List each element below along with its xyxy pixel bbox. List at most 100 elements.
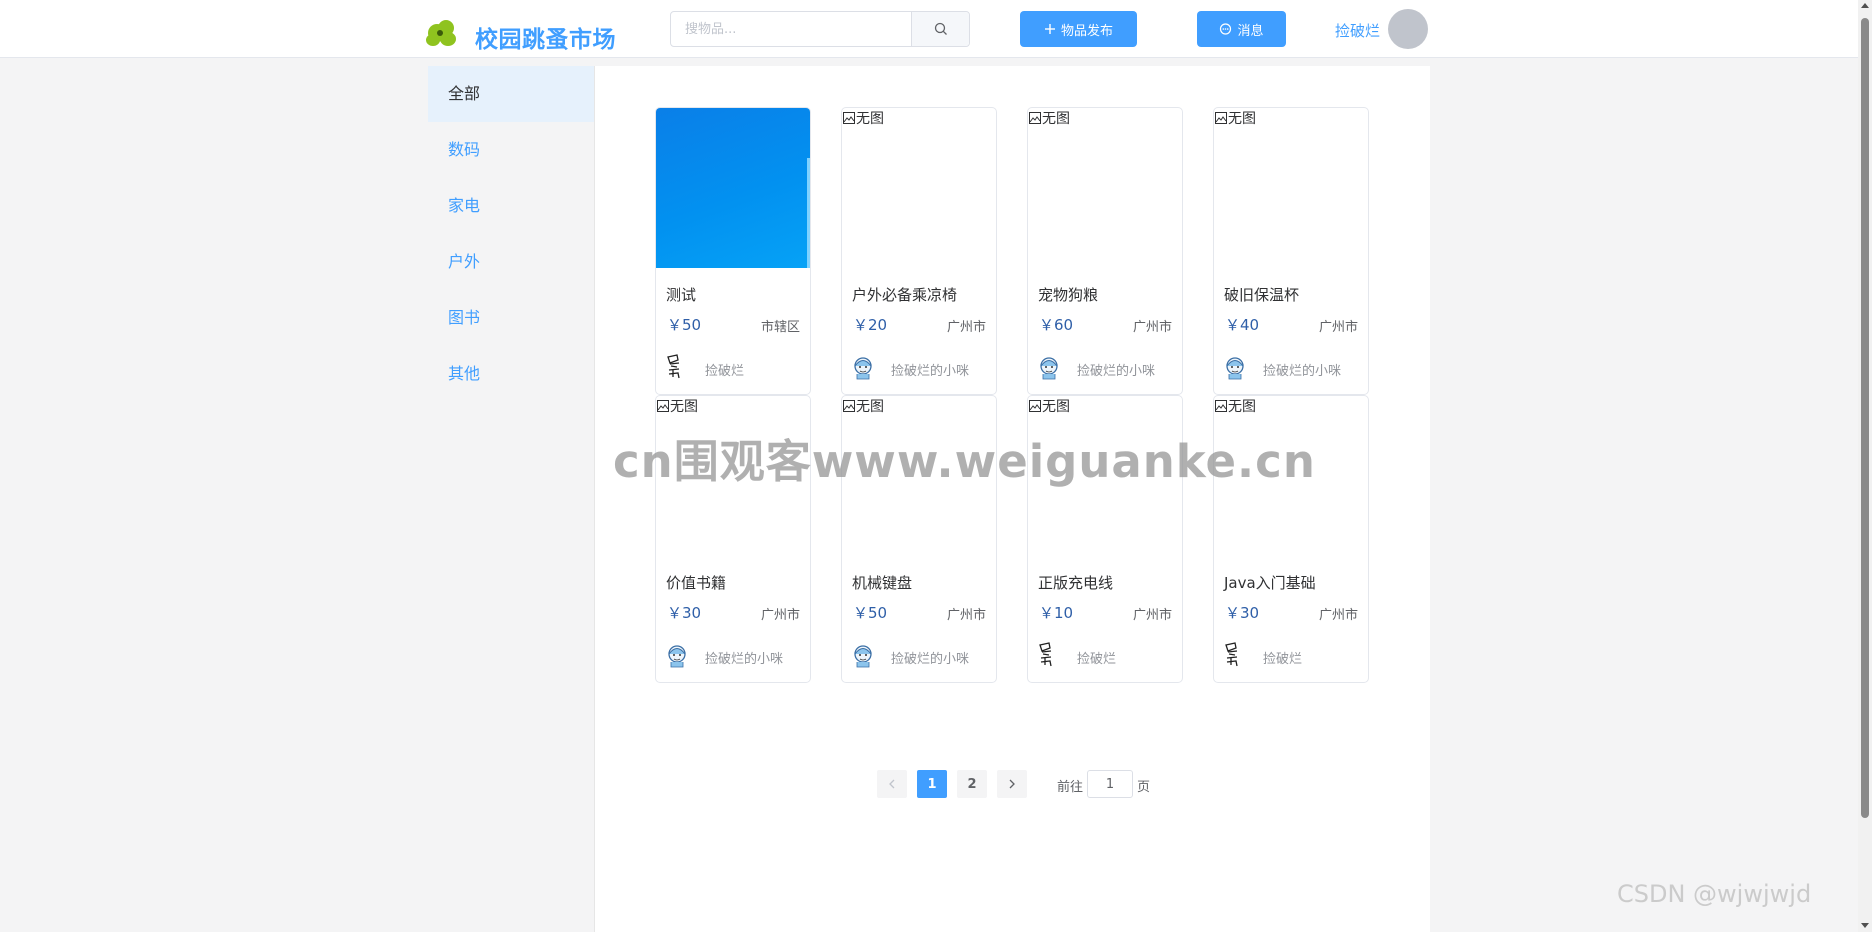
product-card[interactable]: 无图 Java入门基础 ￥30 广州市捡破烂 (1213, 395, 1369, 683)
sketch-avatar-icon (667, 354, 680, 379)
search-box (670, 11, 970, 47)
search-button[interactable] (911, 12, 969, 46)
seller-avatar (1223, 354, 1247, 380)
next-page-button[interactable] (997, 770, 1027, 798)
product-location: 广州市 (760, 608, 800, 623)
product-name[interactable]: 破旧保温杯 (1224, 284, 1299, 305)
no-image-text: 无图 (1042, 399, 1070, 415)
chevron-right-icon (1009, 779, 1015, 789)
product-location: 广州市 (946, 608, 986, 623)
message-label: 消息 (1237, 23, 1264, 39)
scroll-thumb[interactable] (1861, 18, 1869, 818)
page-2-button[interactable]: 2 (957, 770, 987, 798)
product-location: 广州市 (946, 320, 986, 335)
seller-avatar (665, 642, 689, 668)
product-image[interactable]: 无图 (842, 396, 996, 556)
sidebar-item-all[interactable]: 全部 (428, 66, 594, 122)
product-card[interactable]: 无图 正版充电线 ￥10 广州市 捡破烂 (1027, 395, 1183, 683)
product-price: ￥20 (853, 316, 888, 334)
page-1-button[interactable]: 1 (917, 770, 947, 798)
product-price: ￥60 (1039, 316, 1074, 334)
product-location: 广州市 (1318, 320, 1358, 335)
no-image-text: 无图 (856, 399, 884, 415)
product-image[interactable]: 无图 (842, 108, 996, 268)
page-suffix-label: 页 (1137, 780, 1151, 795)
csdn-watermark: CSDN @wjwjwjd (1617, 880, 1812, 908)
product-card[interactable]: 无图 机械键盘 ￥50 广州市 捡破烂的小咪 (841, 395, 997, 683)
message-button[interactable]: 消息 (1197, 11, 1286, 47)
chevron-left-icon (889, 779, 895, 789)
broken-image-icon (1029, 112, 1041, 124)
prev-page-button[interactable] (877, 770, 907, 798)
no-image-placeholder: 无图 (843, 396, 884, 416)
product-name[interactable]: Java入门基础 (1224, 572, 1316, 593)
product-price: ￥10 (1039, 604, 1074, 622)
scroll-down-arrow-icon[interactable] (1861, 923, 1869, 928)
username-link[interactable]: 捡破烂 (1335, 20, 1380, 41)
product-image[interactable]: 无图 (1214, 108, 1368, 268)
no-image-text: 无图 (670, 399, 698, 415)
product-card[interactable]: 无图 户外必备乘凉椅 ￥20 广州市 捡破烂的小咪 (841, 107, 997, 395)
sidebar-item-digital[interactable]: 数码 (428, 122, 594, 178)
publish-button[interactable]: 物品发布 (1020, 11, 1137, 47)
pagination: 1 2 前往 页 (595, 770, 1430, 798)
seller-name: 捡破烂的小咪 (705, 652, 784, 667)
sidebar-item-outdoor[interactable]: 户外 (428, 234, 594, 290)
broken-image-icon (843, 400, 855, 412)
product-card[interactable]: 无图破旧保温杯 ￥40 广州市捡破烂的小咪 (1213, 107, 1369, 395)
product-image[interactable]: 无图 (1028, 108, 1182, 268)
no-image-text: 无图 (1042, 111, 1070, 127)
no-image-placeholder: 无图 (657, 396, 698, 416)
seller-name: 捡破烂 (1077, 652, 1117, 667)
site-title[interactable]: 校园跳蚤市场 (475, 20, 616, 54)
seller-name: 捡破烂的小咪 (1077, 364, 1156, 379)
page-scrollbar[interactable] (1858, 0, 1872, 932)
no-image-placeholder: 无图 (1215, 108, 1256, 128)
product-image[interactable]: 无图 (1028, 396, 1182, 556)
chat-bubble-icon (1220, 22, 1232, 35)
seller-avatar (851, 354, 875, 380)
search-input[interactable] (671, 12, 911, 46)
product-price: ￥50 (853, 604, 888, 622)
product-location: 广州市 (1132, 320, 1172, 335)
product-name[interactable]: 价值书籍 (666, 572, 726, 593)
product-price: ￥40 (1225, 316, 1260, 334)
product-location: 广州市 (1318, 608, 1358, 623)
no-image-text: 无图 (1228, 111, 1256, 127)
sidebar-item-books[interactable]: 图书 (428, 290, 594, 346)
product-name[interactable]: 户外必备乘凉椅 (852, 284, 957, 305)
seller-name: 捡破烂 (705, 364, 745, 379)
no-image-placeholder: 无图 (1029, 108, 1070, 128)
user-avatar[interactable] (1388, 9, 1428, 49)
sidebar-item-appliances[interactable]: 家电 (428, 178, 594, 234)
sidebar-item-other[interactable]: 其他 (428, 346, 594, 402)
girl-avatar-icon (668, 645, 686, 668)
goto-page-input[interactable] (1087, 770, 1133, 798)
product-name[interactable]: 机械键盘 (852, 572, 912, 593)
seller-avatar (851, 642, 875, 668)
broken-image-icon (657, 400, 669, 412)
no-image-text: 无图 (1228, 399, 1256, 415)
seller-avatar (1037, 642, 1061, 668)
product-name[interactable]: 正版充电线 (1038, 572, 1113, 593)
product-name[interactable]: 测试 (666, 284, 696, 305)
seller-name: 捡破烂 (1263, 652, 1303, 667)
product-image[interactable]: 无图 (656, 396, 810, 556)
seller-avatar (1037, 354, 1061, 380)
main-content: 测试 ￥50 市辖区 捡破烂 无图 户外必备乘凉椅 ￥20 广州市 捡破烂的小咪 无图 宠物狗粮 ￥6… (595, 66, 1430, 932)
product-card[interactable]: 无图宠物狗粮 ￥60 广州市捡破烂的小咪 (1027, 107, 1183, 395)
scroll-up-arrow-icon[interactable] (1861, 3, 1869, 8)
girl-avatar-icon (1040, 357, 1058, 380)
girl-avatar-icon (1226, 357, 1244, 380)
product-price: ￥30 (1225, 604, 1260, 622)
no-image-placeholder: 无图 (843, 108, 884, 128)
top-header: 校园跳蚤市场 物品发布 消息 捡破烂 (0, 0, 1858, 58)
no-image-text: 无图 (856, 111, 884, 127)
product-name[interactable]: 宠物狗粮 (1038, 284, 1098, 305)
seller-name: 捡破烂的小咪 (1263, 364, 1342, 379)
broken-image-icon (843, 112, 855, 124)
product-image[interactable]: 无图 (1214, 396, 1368, 556)
product-card[interactable]: 测试 ￥50 市辖区 捡破烂 (655, 107, 811, 395)
product-card[interactable]: 无图 价值书籍 ￥30 广州市 捡破烂的小咪 (655, 395, 811, 683)
product-image[interactable] (656, 108, 810, 268)
